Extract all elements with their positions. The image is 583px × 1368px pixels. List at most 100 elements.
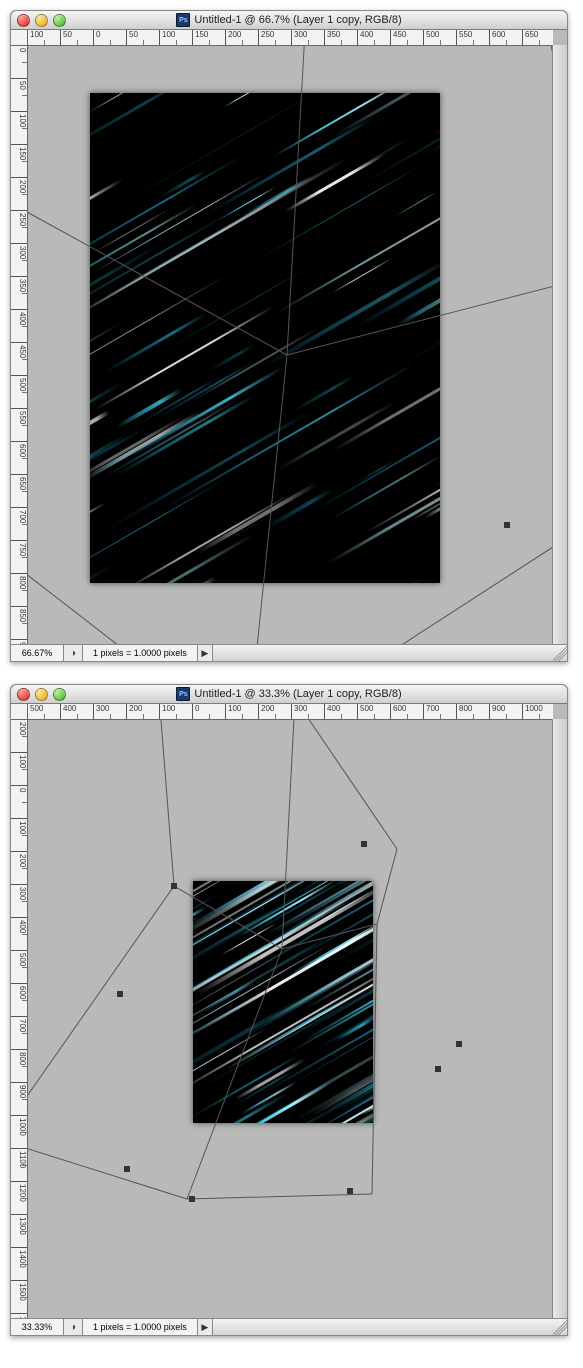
ruler-tick: 900 [489, 704, 522, 719]
title-text: Untitled-1 @ 33.3% (Layer 1 copy, RGB/8) [194, 688, 401, 700]
canvas-viewport[interactable] [27, 719, 553, 1319]
ruler-tick: 50 [11, 78, 27, 111]
ruler-tick: 750 [11, 540, 27, 573]
ruler-tick: 400 [11, 309, 27, 342]
ruler-tick: 700 [11, 1016, 27, 1049]
ruler-tick: 600 [390, 704, 423, 719]
document-info[interactable]: 1 pixels = 1.0000 pixels [83, 1319, 198, 1335]
ruler-tick: 700 [11, 507, 27, 540]
close-button[interactable] [17, 688, 30, 701]
mesh-handle[interactable] [504, 522, 510, 528]
window-controls [11, 14, 66, 27]
ruler-origin[interactable] [11, 704, 28, 720]
ruler-tick: 500 [11, 375, 27, 408]
minimize-button[interactable] [35, 14, 48, 27]
mesh-handle[interactable] [171, 883, 177, 889]
warp-mesh[interactable] [27, 719, 553, 1319]
vertical-scrollbar[interactable] [552, 719, 567, 1319]
horizontal-ruler[interactable]: 1005005010015020025030035040045050055060… [27, 30, 553, 46]
document-info[interactable]: 1 pixels = 1.0000 pixels [83, 645, 198, 661]
mesh-line [27, 505, 247, 645]
ruler-tick: 200 [126, 704, 159, 719]
ruler-tick: 100 [225, 704, 258, 719]
ruler-tick: 300 [291, 704, 324, 719]
mesh-line [282, 719, 295, 949]
vertical-ruler[interactable]: 2001000100200300400500600700800900100011… [11, 719, 28, 1319]
ruler-tick: 100 [11, 818, 27, 851]
zoom-level-field[interactable]: 66.67% [11, 645, 64, 661]
ruler-tick: 250 [11, 210, 27, 243]
ruler-tick: 200 [225, 30, 258, 45]
ruler-tick: 400 [60, 704, 93, 719]
ruler-tick: 800 [11, 1049, 27, 1082]
ruler-tick: 350 [11, 276, 27, 309]
ruler-tick: 600 [489, 30, 522, 45]
mesh-line [174, 886, 282, 949]
mesh-handle[interactable] [117, 991, 123, 997]
mesh-line [295, 719, 397, 849]
zoom-level-field[interactable]: 33.33% [11, 1319, 64, 1335]
mesh-handle[interactable] [189, 1196, 195, 1202]
ruler-tick: 550 [456, 30, 489, 45]
document-info-menu-icon[interactable]: ▶ [198, 645, 213, 661]
ruler-tick: 200 [11, 851, 27, 884]
mesh-line [287, 45, 307, 355]
mesh-handle[interactable] [124, 1166, 130, 1172]
zoom-button[interactable] [53, 14, 66, 27]
mesh-line [282, 924, 377, 949]
mesh-line [157, 719, 174, 886]
minimize-button[interactable] [35, 688, 48, 701]
mesh-handle[interactable] [347, 1188, 353, 1194]
mesh-handle[interactable] [361, 841, 367, 847]
zoom-button[interactable] [53, 688, 66, 701]
document-window: PsUntitled-1 @ 33.3% (Layer 1 copy, RGB/… [10, 684, 568, 1336]
mesh-line [247, 525, 553, 645]
mesh-line [527, 45, 553, 275]
ruler-tick: 1000 [11, 1115, 27, 1148]
version-cue-icon[interactable]: ◑ [64, 645, 83, 661]
mesh-handle[interactable] [456, 1041, 462, 1047]
ruler-tick: 700 [423, 704, 456, 719]
ruler-tick: 1200 [11, 1181, 27, 1214]
ruler-origin[interactable] [11, 30, 28, 46]
canvas-viewport[interactable] [27, 45, 553, 645]
ruler-tick: 400 [324, 704, 357, 719]
mesh-line [287, 275, 553, 355]
document-info-menu-icon[interactable]: ▶ [198, 1319, 213, 1335]
vertical-ruler[interactable]: 0501001502002503003504004505005506006507… [11, 45, 28, 645]
ruler-tick: 0 [11, 45, 27, 78]
window-titlebar[interactable]: PsUntitled-1 @ 33.3% (Layer 1 copy, RGB/… [11, 685, 567, 704]
horizontal-ruler[interactable]: 5004003002001000100200300400500600700800… [27, 704, 553, 720]
ruler-tick: 100 [159, 30, 192, 45]
ruler-tick: 600 [11, 983, 27, 1016]
mesh-line [247, 355, 287, 645]
mesh-handle[interactable] [435, 1066, 441, 1072]
ruler-tick: 100 [11, 752, 27, 785]
window-title: PsUntitled-1 @ 66.7% (Layer 1 copy, RGB/… [11, 13, 567, 27]
ruler-tick: 1300 [11, 1214, 27, 1247]
ruler-tick: 450 [11, 342, 27, 375]
ruler-tick: 650 [11, 474, 27, 507]
ruler-tick: 600 [11, 441, 27, 474]
vertical-scrollbar[interactable] [552, 45, 567, 645]
resize-grip[interactable] [553, 645, 567, 661]
ruler-tick: 50 [60, 30, 93, 45]
warp-mesh[interactable] [27, 45, 553, 645]
ruler-tick: 800 [11, 573, 27, 606]
ruler-tick: 200 [11, 177, 27, 210]
version-cue-icon[interactable]: ◑ [64, 1319, 83, 1335]
ruler-tick: 300 [11, 243, 27, 276]
mesh-line [27, 1139, 187, 1199]
ruler-tick: 900 [11, 1082, 27, 1115]
title-text: Untitled-1 @ 66.7% (Layer 1 copy, RGB/8) [194, 14, 401, 26]
resize-grip[interactable] [553, 1319, 567, 1335]
mesh-line [377, 849, 397, 924]
ruler-tick: 500 [357, 704, 390, 719]
window-titlebar[interactable]: PsUntitled-1 @ 66.7% (Layer 1 copy, RGB/… [11, 11, 567, 30]
ruler-tick: 100 [11, 111, 27, 144]
ruler-tick: 650 [522, 30, 553, 45]
close-button[interactable] [17, 14, 30, 27]
ruler-tick: 800 [456, 704, 489, 719]
status-bar: 66.67%◑1 pixels = 1.0000 pixels▶ [11, 644, 567, 661]
ruler-tick: 300 [11, 884, 27, 917]
